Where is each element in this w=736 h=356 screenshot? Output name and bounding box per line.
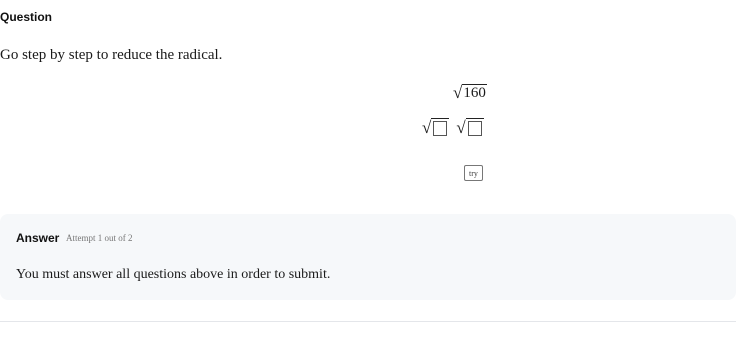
radicand-value: 160 (462, 84, 487, 101)
radical-factor-row: √ √ (422, 118, 484, 136)
radical-sign-icon: √ (456, 118, 466, 137)
radicand-input-1[interactable] (433, 121, 448, 136)
radical-factor-2: √ (456, 118, 484, 137)
radical-expression: √ 160 (453, 84, 487, 101)
try-button[interactable]: try (464, 165, 483, 181)
question-heading: Question (0, 10, 53, 24)
radical-sign-icon: √ (453, 83, 463, 102)
submit-message: You must answer all questions above in o… (16, 267, 331, 282)
attempt-counter: Attempt 1 out of 2 (66, 233, 133, 243)
question-prompt: Go step by step to reduce the radical. (0, 47, 223, 63)
radical-sign-icon: √ (422, 118, 432, 137)
radical-factor-1: √ (422, 118, 450, 137)
answer-title: Answer (16, 231, 60, 245)
divider (0, 321, 736, 322)
answer-panel: Answer Attempt 1 out of 2 You must answe… (0, 214, 736, 300)
radicand-input-2[interactable] (467, 121, 482, 136)
